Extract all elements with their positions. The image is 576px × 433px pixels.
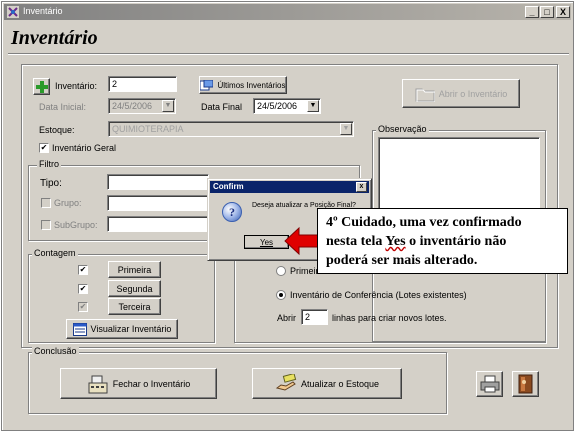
- data-inicial-field[interactable]: 24/5/2006 ▼: [108, 98, 176, 114]
- visualizar-inventario-button[interactable]: Visualizar Inventário: [66, 319, 178, 339]
- app-icon: [7, 6, 19, 18]
- abrir-label: Abrir: [277, 313, 297, 323]
- segunda-button[interactable]: Segunda: [108, 280, 161, 297]
- add-inventory-button[interactable]: [33, 78, 50, 95]
- window-title: Inventário: [23, 6, 63, 16]
- conclusao-title: Conclusão: [32, 346, 79, 356]
- primeira-radio-label: Primeir: [290, 266, 319, 276]
- subgrupo-label: SubGrupo:: [54, 220, 98, 230]
- primeira-checkbox[interactable]: ✔: [78, 265, 88, 275]
- title-bar[interactable]: Inventário _ □ X: [4, 4, 571, 20]
- subgrupo-checkbox[interactable]: [41, 220, 51, 230]
- atualizar-estoque-button[interactable]: Atualizar o Estoque: [252, 368, 402, 399]
- tipo-label: Tipo:: [40, 178, 62, 189]
- inventario-window: Inventário _ □ X Inventário Inventário: …: [1, 1, 574, 431]
- abrir-linhas-input[interactable]: 2: [301, 309, 328, 325]
- inventario-label: Inventário:: [55, 81, 98, 91]
- minimize-button[interactable]: _: [525, 6, 539, 18]
- estoque-select[interactable]: QUIMIOTERAPIA ▼: [108, 121, 354, 137]
- exit-button[interactable]: [512, 371, 539, 397]
- view-icon: [72, 322, 87, 336]
- dialog-title-bar[interactable]: Confirm x: [210, 181, 369, 193]
- data-inicial-label: Data Inicial:: [39, 102, 87, 112]
- title-divider: [8, 53, 569, 55]
- observacao-label: Observação: [376, 124, 429, 134]
- grupo-input[interactable]: [107, 195, 209, 211]
- inventario-geral-checkbox[interactable]: ✔: [39, 143, 49, 153]
- grupo-label: Grupo:: [54, 198, 82, 208]
- linhas-label: linhas para criar novos lotes.: [332, 313, 447, 323]
- inventory-list-icon: [200, 79, 214, 90]
- question-icon: ?: [222, 202, 242, 222]
- maximize-button[interactable]: □: [540, 6, 554, 18]
- chevron-down-icon[interactable]: ▼: [340, 123, 352, 135]
- callout-note: 4º Cuidado, uma vez confirmado nesta tel…: [317, 208, 568, 274]
- conferencia-radio[interactable]: [276, 290, 286, 300]
- primeira-button[interactable]: Primeira: [108, 261, 161, 278]
- grupo-checkbox[interactable]: [41, 198, 51, 208]
- terceira-button[interactable]: Terceira: [108, 298, 161, 315]
- yes-button[interactable]: Yes: [244, 235, 289, 249]
- data-final-label: Data Final: [201, 102, 243, 112]
- abrir-inventario-button[interactable]: Abrir o Inventário: [402, 79, 520, 108]
- primeira-radio[interactable]: [276, 266, 286, 276]
- folder-icon: [415, 88, 435, 102]
- cash-register-icon: [88, 375, 108, 393]
- print-button[interactable]: [476, 371, 503, 397]
- money-hand-icon: [275, 373, 297, 391]
- inventario-input[interactable]: 2: [108, 76, 177, 92]
- contagem-title: Contagem: [32, 248, 78, 258]
- plus-icon: [35, 80, 48, 93]
- tipo-input[interactable]: [107, 174, 209, 190]
- printer-icon: [480, 375, 499, 393]
- inventario-geral-label: Inventário Geral: [52, 143, 117, 153]
- dialog-close-button[interactable]: x: [356, 182, 367, 192]
- estoque-label: Estoque:: [39, 125, 75, 135]
- data-final-field[interactable]: 24/5/2006 ▼: [253, 98, 321, 114]
- chevron-down-icon[interactable]: ▼: [162, 100, 174, 112]
- ultimos-inventarios-button[interactable]: Últimos Inventários: [199, 76, 287, 94]
- callout-line-3: poderá ser mais alterado.: [326, 253, 478, 268]
- chevron-down-icon[interactable]: ▼: [307, 100, 319, 112]
- callout-line-2: nesta tela Yes o inventário não: [326, 234, 507, 249]
- terceira-checkbox[interactable]: ✔: [78, 302, 88, 312]
- filtro-title: Filtro: [37, 159, 61, 169]
- close-button[interactable]: X: [556, 6, 570, 18]
- subgrupo-input[interactable]: [107, 216, 209, 232]
- segunda-checkbox[interactable]: ✔: [78, 284, 88, 294]
- exit-door-icon: [518, 374, 532, 394]
- fechar-inventario-button[interactable]: Fechar o Inventário: [60, 368, 217, 399]
- conferencia-radio-label: Inventário de Conferência (Lotes existen…: [290, 290, 467, 300]
- callout-line-1: 4º Cuidado, uma vez confirmado: [326, 215, 522, 230]
- observacao-textarea[interactable]: [378, 137, 540, 217]
- page-title: Inventário: [11, 27, 98, 49]
- dialog-title: Confirm: [213, 182, 244, 191]
